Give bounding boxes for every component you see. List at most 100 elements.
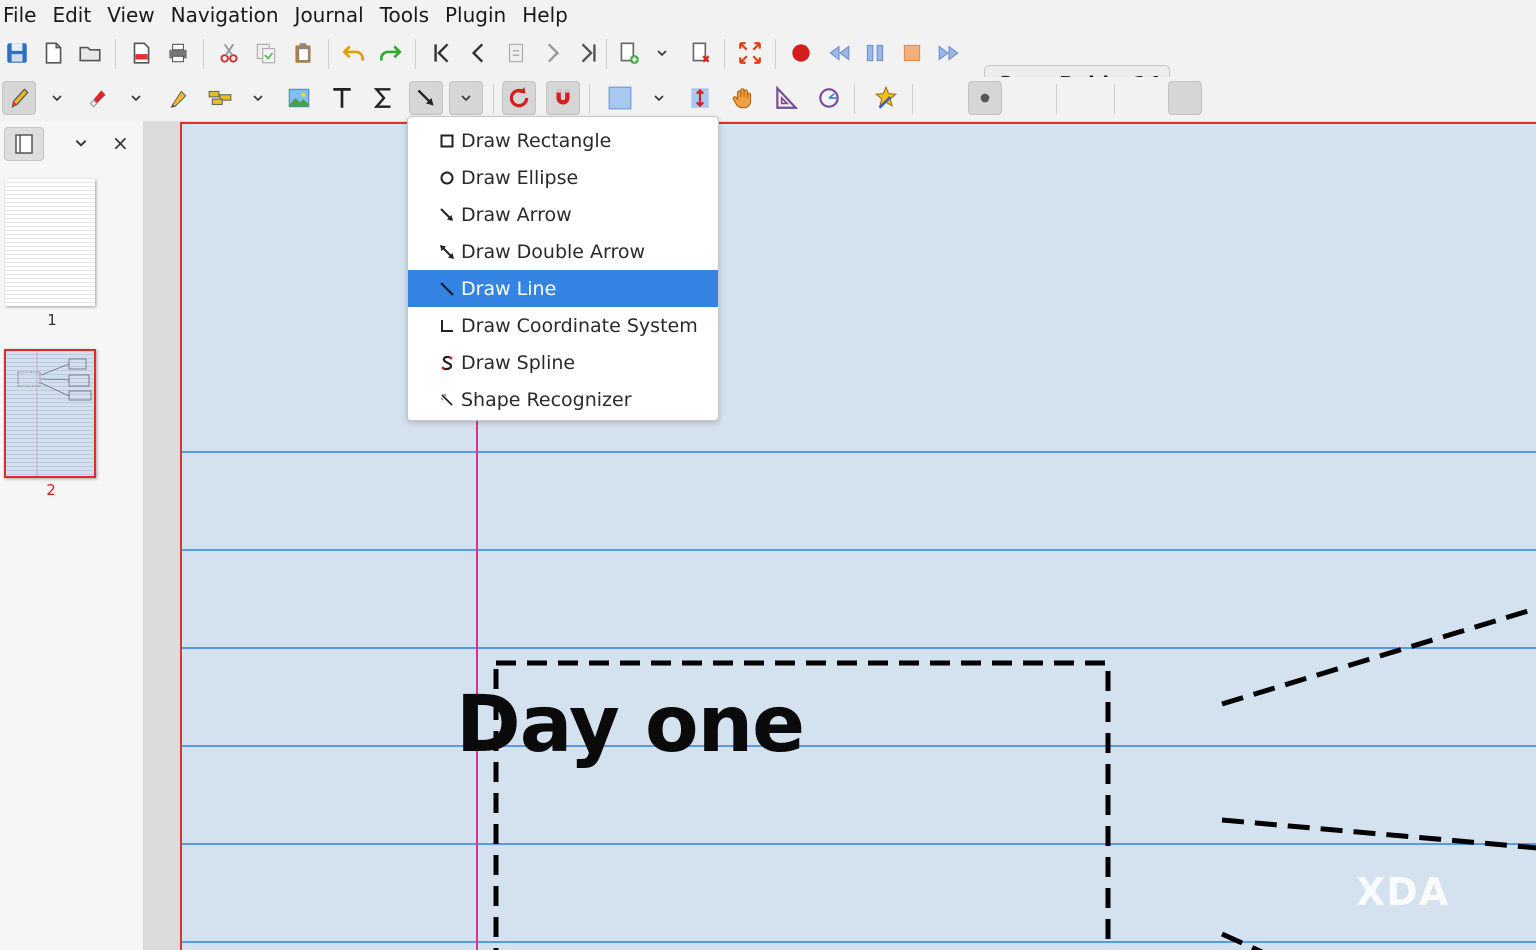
menu-item-label: Draw Double Arrow [461,240,646,263]
arrow-icon [438,206,456,224]
fast-forward-icon[interactable] [932,36,966,70]
undo-icon[interactable] [337,36,371,70]
previous-page-icon[interactable] [462,36,496,70]
new-document-icon[interactable] [36,36,70,70]
dashed-line-middle [1221,817,1536,851]
hand-tool-icon[interactable] [726,81,760,115]
next-page-icon[interactable] [535,36,569,70]
menu-item-draw-spline[interactable]: Draw Spline [408,344,718,381]
shape-tool-menu: Draw Rectangle Draw Ellipse Draw Arrow D… [407,116,719,421]
rewind-icon[interactable] [822,36,856,70]
menubar: File Edit View Navigation Journal Tools … [0,0,1536,30]
menu-item-draw-arrow[interactable]: Draw Arrow [408,196,718,233]
fill-color-icon[interactable] [603,81,637,115]
day-one-text[interactable]: Day one [456,680,805,770]
separator [589,84,590,114]
menu-help[interactable]: Help [514,1,576,29]
selection-dropdown-icon[interactable] [249,81,267,115]
text-tool-icon[interactable] [325,81,359,115]
coordinate-system-icon [438,317,456,335]
add-page-icon[interactable] [612,36,646,70]
menu-edit[interactable]: Edit [44,1,99,29]
pen-icon[interactable] [2,81,36,115]
sidebar-dropdown-icon[interactable] [74,135,94,155]
spline-icon [438,354,456,372]
page-number-2: 2 [46,481,56,499]
menu-item-draw-ellipse[interactable]: Draw Ellipse [408,159,718,196]
save-icon[interactable] [0,36,34,70]
menu-item-label: Draw Arrow [461,203,572,226]
separator [328,39,329,69]
sidebar-close-icon[interactable]: × [112,131,129,155]
fullscreen-icon[interactable] [733,36,767,70]
page-thumbnail-1[interactable] [5,179,95,306]
open-folder-icon[interactable] [73,36,107,70]
eraser-icon[interactable] [81,81,115,115]
menu-item-draw-double-arrow[interactable]: Draw Double Arrow [408,233,718,270]
selected-color-highlight [1168,81,1202,115]
paste-icon[interactable] [286,36,320,70]
setsquare-icon[interactable] [769,81,803,115]
dashed-line-upper [1221,605,1536,707]
image-icon[interactable] [282,81,316,115]
separator [415,39,416,69]
menu-journal[interactable]: Journal [287,1,372,29]
last-page-icon[interactable] [572,36,606,70]
tools-toolbar [0,77,1536,184]
drawing-layer [493,605,1536,950]
pen-dropdown-icon[interactable] [48,81,66,115]
rectangle-icon [438,132,456,150]
double-arrow-icon [438,243,456,261]
page-thumbnail-2[interactable] [4,349,96,478]
xda-watermark: XDA [1356,870,1450,914]
line-icon [438,280,456,298]
first-page-icon[interactable] [424,36,458,70]
pause-icon[interactable] [858,36,892,70]
rotation-snapping-icon[interactable] [502,81,536,115]
menu-file[interactable]: File [0,1,44,29]
menu-item-shape-recognizer[interactable]: Shape Recognizer [408,381,718,418]
page-preview-icon[interactable] [4,127,44,161]
eraser-dropdown-icon[interactable] [127,81,145,115]
grid-snapping-icon[interactable] [546,81,580,115]
text-selection-icon[interactable] [203,81,237,115]
record-icon[interactable] [784,36,818,70]
delete-page-icon[interactable] [684,36,718,70]
medium-size-icon[interactable] [968,81,1002,115]
compass-icon[interactable] [812,81,846,115]
menu-item-label: Draw Ellipse [461,166,579,189]
cut-icon[interactable] [212,36,246,70]
menu-item-label: Shape Recognizer [461,388,632,411]
stop-icon[interactable] [895,36,929,70]
copy-icon[interactable] [249,36,283,70]
highlighter-icon[interactable] [160,81,194,115]
ellipse-icon [438,169,456,187]
menu-item-draw-rectangle[interactable]: Draw Rectangle [408,122,718,159]
menu-item-draw-coordinate-system[interactable]: Draw Coordinate System [408,307,718,344]
draw-arrow-tool-icon[interactable] [409,81,443,115]
page-sidebar: × 1 2 [0,121,144,950]
print-icon[interactable] [161,36,195,70]
journal-page[interactable] [180,122,1536,950]
shape-dropdown-icon[interactable] [449,81,483,115]
main-toolbar: Sans Bold 14 [0,30,1536,103]
separator [115,39,116,69]
fill-dropdown-icon[interactable] [650,81,668,115]
menu-navigation[interactable]: Navigation [163,1,287,29]
separator [854,84,855,114]
menu-plugin[interactable]: Plugin [437,1,514,29]
export-pdf-icon[interactable] [124,36,158,70]
color-picker-icon[interactable] [1070,81,1104,115]
menu-item-label: Draw Line [461,277,557,300]
add-page-dropdown-icon[interactable] [653,36,671,70]
latex-icon[interactable] [367,81,401,115]
goto-page-icon[interactable] [499,36,533,70]
menu-tools[interactable]: Tools [372,1,437,29]
default-tool-icon[interactable] [869,81,903,115]
menu-item-draw-line[interactable]: Draw Line [408,270,718,307]
vertical-space-icon[interactable] [683,81,717,115]
redo-icon[interactable] [373,36,407,70]
menu-item-label: Draw Coordinate System [461,314,698,337]
menu-view[interactable]: View [99,1,162,29]
separator [1056,84,1057,114]
